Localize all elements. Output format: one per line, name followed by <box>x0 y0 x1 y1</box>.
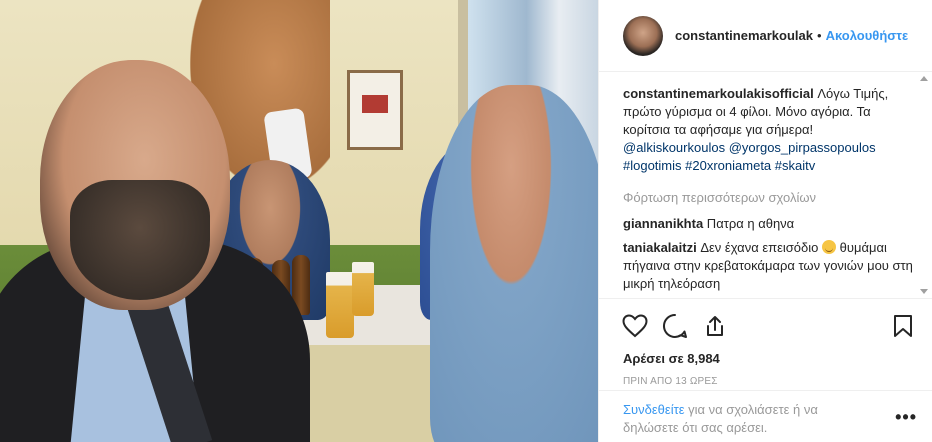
comment-author[interactable]: taniakalaitzi <box>623 240 697 255</box>
post-timestamp[interactable]: ΠΡΙΝ ΑΠΟ 13 ΩΡΕΣ <box>621 376 917 387</box>
post-actions: Αρέσει σε 8,984 ΠΡΙΝ ΑΠΟ 13 ΩΡΕΣ <box>599 298 932 387</box>
heart-icon[interactable] <box>621 312 649 340</box>
bookmark-icon[interactable] <box>889 312 917 340</box>
beer-glass <box>326 272 354 338</box>
photo-person-right <box>430 85 598 442</box>
header-separator: • <box>817 28 822 43</box>
list-item: taniakalaitzi Δεν έχανα επεισόδιο θυμάμα… <box>623 239 917 293</box>
smile-emoji-icon <box>822 240 836 254</box>
comment-author[interactable]: giannanikhta <box>623 216 703 231</box>
comments-list[interactable]: constantinemarkoulakisofficial Λόγω Τιμή… <box>599 73 932 297</box>
hashtag-link[interactable]: #logotimis <box>623 158 682 173</box>
likes-count[interactable]: Αρέσει σε 8,984 <box>621 351 917 366</box>
login-prompt: Συνδεθείτε για να σχολιάσετε ή να δηλώσε… <box>599 390 932 442</box>
post-caption: constantinemarkoulakisofficial Λόγω Τιμή… <box>623 85 917 175</box>
hashtag-link[interactable]: #skaitv <box>775 158 815 173</box>
list-item: giannanikhta Πατρα η αθηνα <box>623 215 917 233</box>
scroll-down-arrow-icon[interactable] <box>920 289 928 294</box>
comment-text: Δεν έχανα επεισόδιο <box>696 240 819 255</box>
hashtag-link[interactable]: #20xroniameta <box>685 158 771 173</box>
post-side-panel: constantinemarkoulak • Ακολουθήστε const… <box>598 0 932 442</box>
mention-link[interactable]: @yorgos_pirpassopoulos <box>729 140 876 155</box>
post-view: constantinemarkoulak • Ακολουθήστε const… <box>0 0 932 442</box>
post-header: constantinemarkoulak • Ακολουθήστε <box>599 0 932 72</box>
photo-person-front-beard <box>70 180 210 300</box>
comment-icon[interactable] <box>661 312 689 340</box>
caption-author[interactable]: constantinemarkoulakisofficial <box>623 86 814 101</box>
follow-button[interactable]: Ακολουθήστε <box>826 28 909 43</box>
post-photo[interactable] <box>0 0 598 442</box>
photo-poster <box>347 70 403 150</box>
more-options-icon[interactable]: ••• <box>895 407 917 442</box>
load-more-comments-button[interactable]: Φόρτωση περισσότερων σχολίων <box>623 189 917 207</box>
header-username[interactable]: constantinemarkoulak <box>675 28 813 43</box>
mention-link[interactable]: @alkiskourkoulos <box>623 140 725 155</box>
avatar[interactable] <box>623 15 663 56</box>
beer-glass <box>352 262 374 316</box>
share-icon[interactable] <box>701 312 729 340</box>
action-icons <box>621 309 917 343</box>
login-prompt-text: Συνδεθείτε για να σχολιάσετε ή να δηλώσε… <box>623 401 873 442</box>
scroll-up-arrow-icon[interactable] <box>920 76 928 81</box>
login-link[interactable]: Συνδεθείτε <box>623 402 685 417</box>
comment-text: Πατρα η αθηνα <box>703 216 795 231</box>
